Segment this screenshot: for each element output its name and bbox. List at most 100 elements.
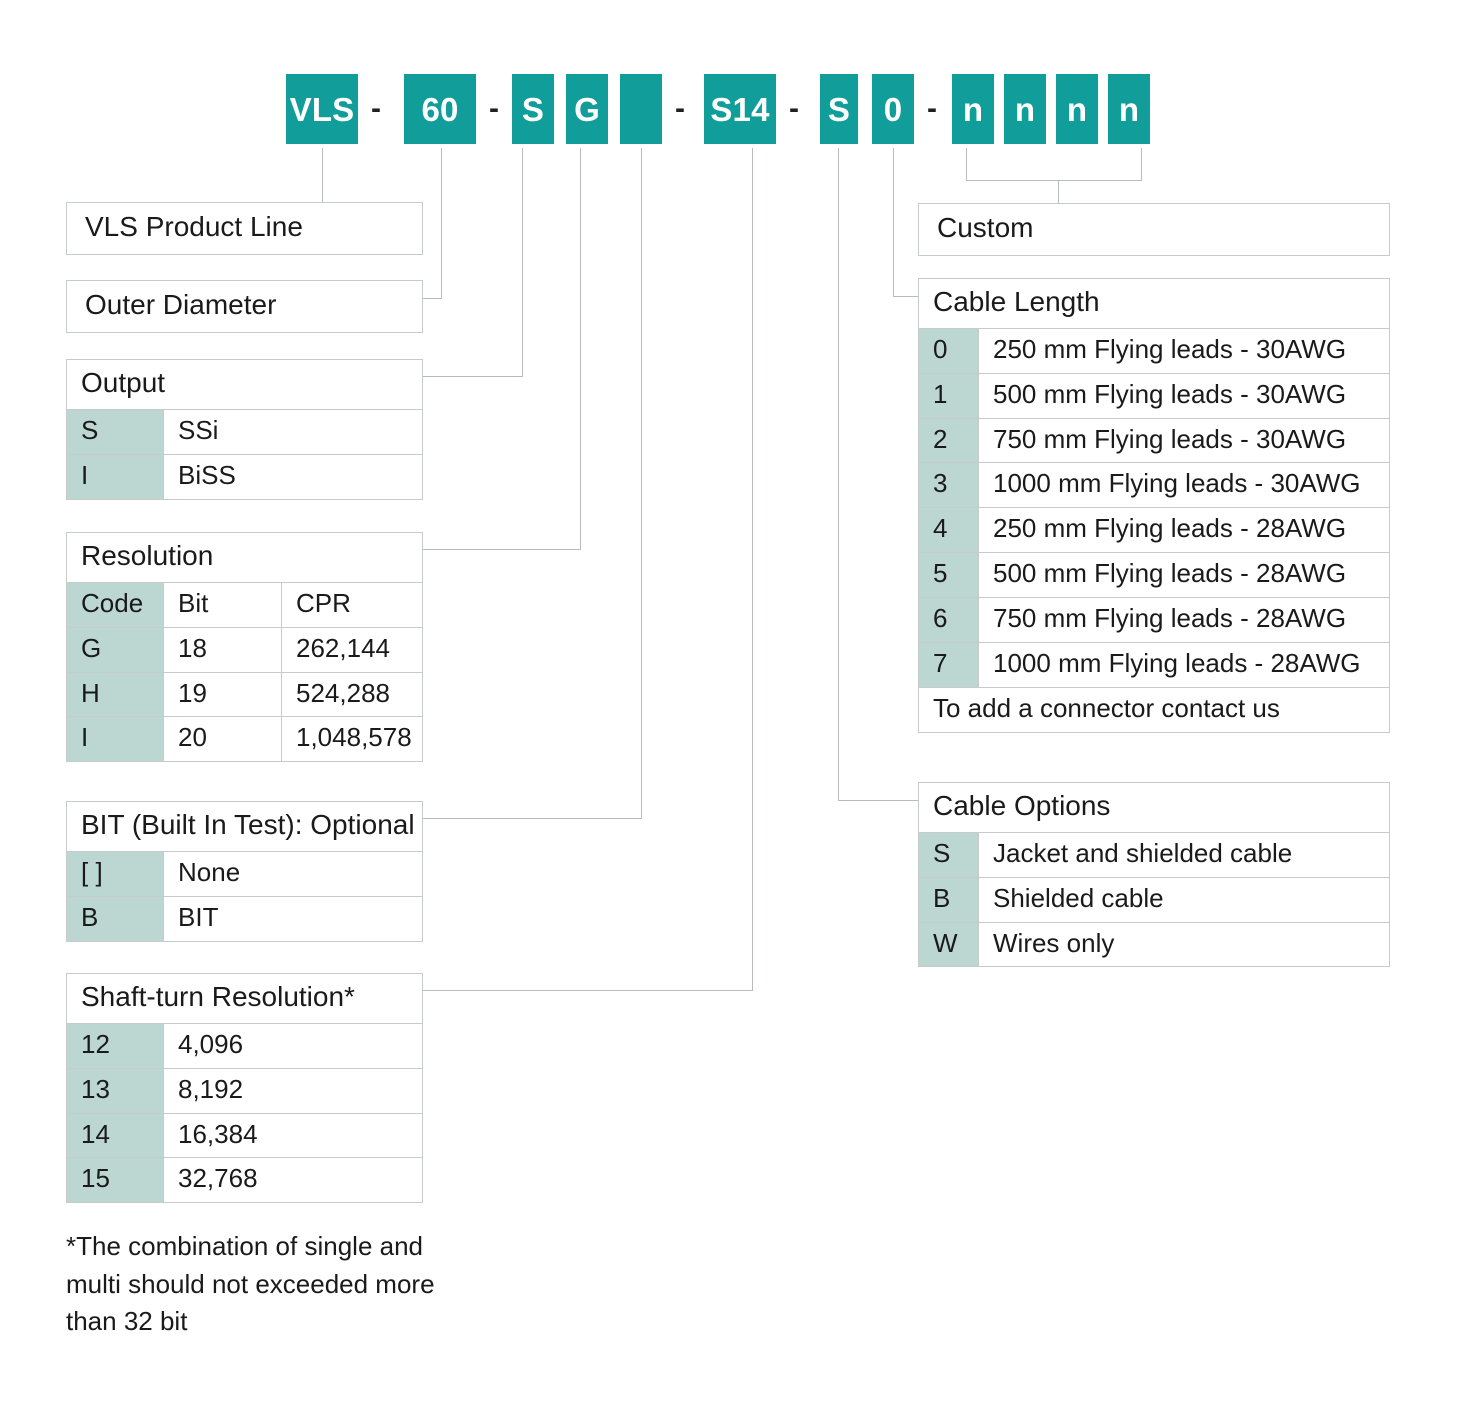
- cable-length-code-1: 1: [919, 373, 979, 418]
- outer-diameter-box: Outer Diameter: [66, 280, 423, 333]
- pn-block-custom-3[interactable]: n: [1056, 74, 1098, 144]
- cable-length-code-4: 4: [919, 508, 979, 553]
- cable-length-code-6: 6: [919, 598, 979, 643]
- resolution-header-code: Code: [67, 582, 164, 627]
- table-row[interactable]: 3 1000 mm Flying leads - 30AWG: [919, 462, 1389, 508]
- cable-length-desc-4: 250 mm Flying leads - 28AWG: [993, 513, 1347, 544]
- output-table: Output S SSi I BiSS: [66, 359, 423, 500]
- cable-options-title: Cable Options: [933, 790, 1111, 821]
- leader-bit-turn: [423, 818, 642, 819]
- cable-options-code-2: W: [919, 922, 979, 967]
- shaft-turn-code-2: 14: [67, 1113, 164, 1158]
- pn-block-outer-diameter[interactable]: 60: [404, 74, 476, 144]
- shaft-turn-desc-2: 16,384: [178, 1118, 258, 1149]
- shaft-turn-desc-1: 8,192: [178, 1073, 244, 1104]
- footnote-text: *The combination of single and multi sho…: [66, 1231, 435, 1337]
- cable-length-header-row: Cable Length: [919, 279, 1389, 328]
- table-row[interactable]: 6 750 mm Flying leads - 28AWG: [919, 597, 1389, 643]
- table-row[interactable]: G 18 262,144: [67, 626, 422, 672]
- cable-length-code-3: 3: [919, 463, 979, 508]
- pn-block-cable-options[interactable]: S: [820, 74, 858, 144]
- shaft-turn-header-row: Shaft-turn Resolution*: [67, 974, 422, 1023]
- resolution-code-1: H: [67, 672, 164, 717]
- output-desc-1: BiSS: [178, 459, 236, 490]
- table-row[interactable]: 0 250 mm Flying leads - 30AWG: [919, 327, 1389, 373]
- output-title: Output: [81, 367, 166, 398]
- output-header-row: Output: [67, 360, 422, 409]
- bit-test-code-1: B: [67, 896, 164, 941]
- outer-diameter-title: Outer Diameter: [85, 289, 277, 320]
- table-row[interactable]: I 20 1,048,578: [67, 716, 422, 762]
- cable-length-code-2: 2: [919, 418, 979, 463]
- leader-custom-bracket-left: [966, 148, 967, 180]
- product-line-box: VLS Product Line: [66, 202, 423, 255]
- cable-length-desc-1: 500 mm Flying leads - 30AWG: [993, 378, 1347, 409]
- cable-options-code-0: S: [919, 832, 979, 877]
- table-row[interactable]: 4 250 mm Flying leads - 28AWG: [919, 507, 1389, 553]
- resolution-table: Resolution Code Bit CPR G 18 262,144 H 1…: [66, 532, 423, 763]
- shaft-turn-code-0: 12: [67, 1023, 164, 1068]
- table-row[interactable]: 5 500 mm Flying leads - 28AWG: [919, 552, 1389, 598]
- leader-product-line: [322, 148, 323, 202]
- pn-separator-2: -: [489, 92, 499, 125]
- cable-options-desc-2: Wires only: [993, 927, 1115, 958]
- cable-length-note-row: To add a connector contact us: [919, 686, 1389, 732]
- table-row[interactable]: S Jacket and shielded cable: [919, 831, 1389, 877]
- pn-block-custom-2[interactable]: n: [1004, 74, 1046, 144]
- cable-length-note: To add a connector contact us: [919, 687, 1389, 732]
- pn-block-custom-1[interactable]: n: [952, 74, 994, 144]
- table-row[interactable]: H 19 524,288: [67, 671, 422, 717]
- cable-length-desc-0: 250 mm Flying leads - 30AWG: [993, 333, 1347, 364]
- leader-resolution-turn: [423, 549, 581, 550]
- shaft-turn-table: Shaft-turn Resolution* 12 4,096 13 8,192…: [66, 973, 423, 1204]
- table-row[interactable]: 15 32,768: [67, 1157, 422, 1203]
- pn-block-output[interactable]: S: [512, 74, 554, 144]
- leader-outer-diameter-turn: [423, 298, 442, 299]
- pn-block-resolution[interactable]: G: [566, 74, 608, 144]
- cable-length-title: Cable Length: [933, 286, 1100, 317]
- leader-bit-drop: [641, 148, 642, 818]
- shaft-turn-title: Shaft-turn Resolution*: [81, 981, 355, 1012]
- resolution-header-row: Resolution: [67, 533, 422, 582]
- table-row[interactable]: I BiSS: [67, 453, 422, 499]
- table-row[interactable]: 12 4,096: [67, 1022, 422, 1068]
- shaft-turn-code-3: 15: [67, 1158, 164, 1203]
- resolution-bit-2: 20: [164, 717, 282, 762]
- cable-length-desc-2: 750 mm Flying leads - 30AWG: [993, 423, 1347, 454]
- table-row[interactable]: [ ] None: [67, 850, 422, 896]
- pn-separator-3: -: [675, 92, 685, 125]
- bit-test-table: BIT (Built In Test): Optional [ ] None B…: [66, 801, 423, 942]
- pn-block-cable-length[interactable]: 0: [872, 74, 914, 144]
- pn-block-vls[interactable]: VLS: [286, 74, 358, 144]
- table-row[interactable]: 1 500 mm Flying leads - 30AWG: [919, 372, 1389, 418]
- pn-separator-5: -: [927, 92, 937, 125]
- table-row[interactable]: B BIT: [67, 895, 422, 941]
- shaft-turn-desc-3: 32,768: [178, 1163, 258, 1194]
- resolution-header-cpr: CPR: [296, 587, 351, 618]
- leader-outer-diameter-drop: [441, 148, 442, 298]
- table-row[interactable]: W Wires only: [919, 921, 1389, 967]
- resolution-code-2: I: [67, 717, 164, 762]
- pn-block-bit-test[interactable]: [620, 74, 662, 144]
- table-row[interactable]: 7 1000 mm Flying leads - 28AWG: [919, 642, 1389, 687]
- shaft-turn-desc-0: 4,096: [178, 1028, 244, 1059]
- bit-test-desc-0: None: [178, 856, 241, 887]
- table-row[interactable]: 13 8,192: [67, 1067, 422, 1113]
- cable-length-code-5: 5: [919, 553, 979, 598]
- pn-block-shaft-turn[interactable]: S14: [704, 74, 776, 144]
- cable-length-desc-6: 750 mm Flying leads - 28AWG: [993, 603, 1347, 634]
- resolution-header-bit: Bit: [164, 582, 282, 627]
- bit-test-code-0: [ ]: [67, 851, 164, 896]
- leader-cable-length-drop: [893, 148, 894, 296]
- table-row[interactable]: 2 750 mm Flying leads - 30AWG: [919, 417, 1389, 463]
- cable-length-table: Cable Length 0 250 mm Flying leads - 30A…: [918, 278, 1390, 733]
- table-row[interactable]: S SSi: [67, 408, 422, 454]
- leader-cable-options-drop: [838, 148, 839, 800]
- table-row[interactable]: B Shielded cable: [919, 876, 1389, 922]
- table-row[interactable]: 14 16,384: [67, 1112, 422, 1158]
- pn-block-custom-4[interactable]: n: [1108, 74, 1150, 144]
- cable-options-desc-1: Shielded cable: [993, 882, 1164, 913]
- bit-test-title: BIT (Built In Test): Optional: [81, 809, 415, 840]
- output-desc-0: SSi: [178, 414, 219, 445]
- bit-test-header-row: BIT (Built In Test): Optional: [67, 802, 422, 851]
